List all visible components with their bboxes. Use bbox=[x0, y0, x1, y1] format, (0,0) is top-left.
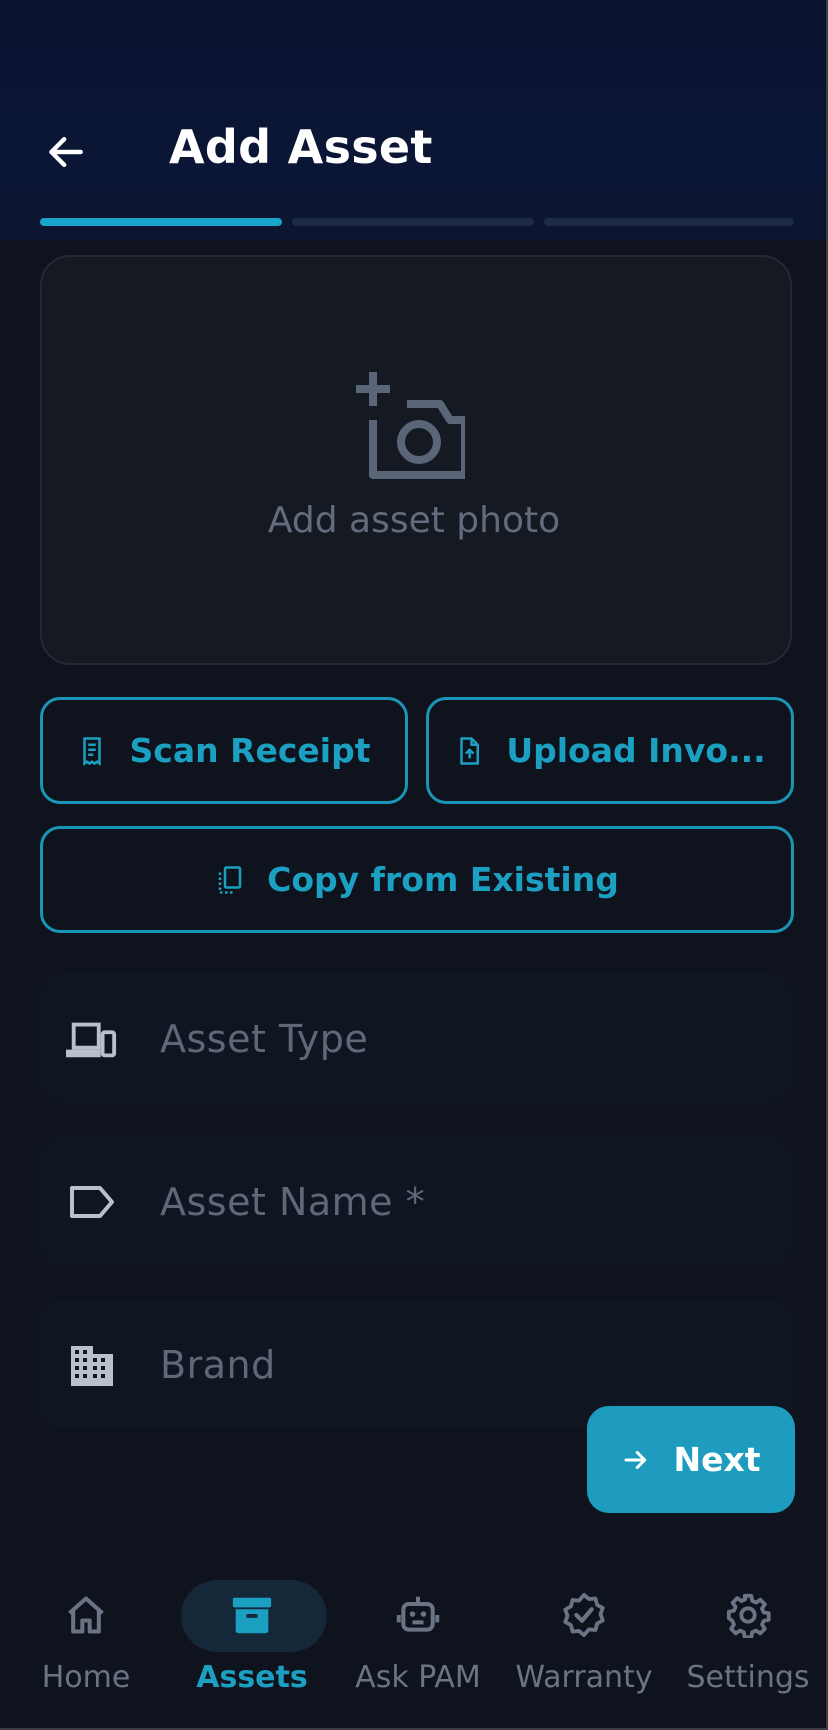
nav-item-warranty[interactable]: Warranty bbox=[501, 1560, 667, 1710]
next-label: Next bbox=[673, 1440, 761, 1479]
copy-existing-label: Copy from Existing bbox=[267, 860, 619, 899]
progress-step-1 bbox=[40, 218, 282, 226]
next-button[interactable]: Next bbox=[587, 1406, 795, 1513]
upload-invoice-label: Upload Invo... bbox=[506, 731, 766, 770]
nav-label-assets: Assets bbox=[196, 1660, 308, 1695]
devices-icon bbox=[66, 1022, 117, 1058]
brand-placeholder: Brand bbox=[160, 1343, 276, 1387]
upload-file-icon bbox=[460, 736, 480, 765]
robot-icon bbox=[396, 1596, 440, 1632]
progress-step-2 bbox=[292, 218, 534, 226]
back-button[interactable] bbox=[40, 126, 92, 178]
nav-item-ask-pam[interactable]: Ask PAM bbox=[335, 1560, 501, 1710]
bottom-navigation: Home Assets Ask PAM Warranty Settings bbox=[0, 1548, 826, 1728]
add-photo-label: Add asset photo bbox=[267, 500, 561, 541]
nav-label-home: Home bbox=[41, 1660, 131, 1695]
nav-item-assets[interactable]: Assets bbox=[169, 1560, 335, 1710]
arrow-left-icon bbox=[49, 136, 83, 168]
nav-item-settings[interactable]: Settings bbox=[665, 1560, 826, 1710]
copy-icon bbox=[218, 865, 242, 894]
scan-receipt-button[interactable]: Scan Receipt bbox=[40, 697, 408, 804]
asset-type-placeholder: Asset Type bbox=[160, 1017, 369, 1061]
nav-label-warranty: Warranty bbox=[515, 1660, 653, 1695]
nav-label-ask-pam: Ask PAM bbox=[355, 1660, 481, 1695]
progress-step-3 bbox=[544, 218, 794, 226]
home-icon bbox=[68, 1596, 104, 1634]
nav-label-settings: Settings bbox=[686, 1660, 810, 1695]
add-photo-icon bbox=[356, 372, 465, 479]
arrow-right-icon bbox=[624, 1450, 647, 1469]
nav-item-home[interactable]: Home bbox=[3, 1560, 169, 1710]
asset-type-field[interactable]: Asset Type bbox=[40, 973, 792, 1103]
asset-name-placeholder: Asset Name * bbox=[160, 1180, 426, 1224]
page-title: Add Asset bbox=[169, 120, 433, 174]
upload-invoice-button[interactable]: Upload Invo... bbox=[426, 697, 794, 804]
scan-receipt-label: Scan Receipt bbox=[129, 731, 371, 770]
gear-icon bbox=[726, 1593, 771, 1638]
archive-icon bbox=[232, 1597, 272, 1634]
app-header: Add Asset bbox=[0, 0, 826, 240]
label-tag-icon bbox=[70, 1186, 114, 1218]
receipt-icon bbox=[83, 736, 102, 766]
asset-name-field[interactable]: Asset Name * bbox=[40, 1136, 792, 1266]
copy-existing-button[interactable]: Copy from Existing bbox=[40, 826, 794, 933]
verified-badge-icon bbox=[563, 1592, 605, 1638]
add-asset-screen: Add Asset Add asset photo Scan Receipt U… bbox=[0, 0, 828, 1730]
building-icon bbox=[71, 1346, 113, 1386]
